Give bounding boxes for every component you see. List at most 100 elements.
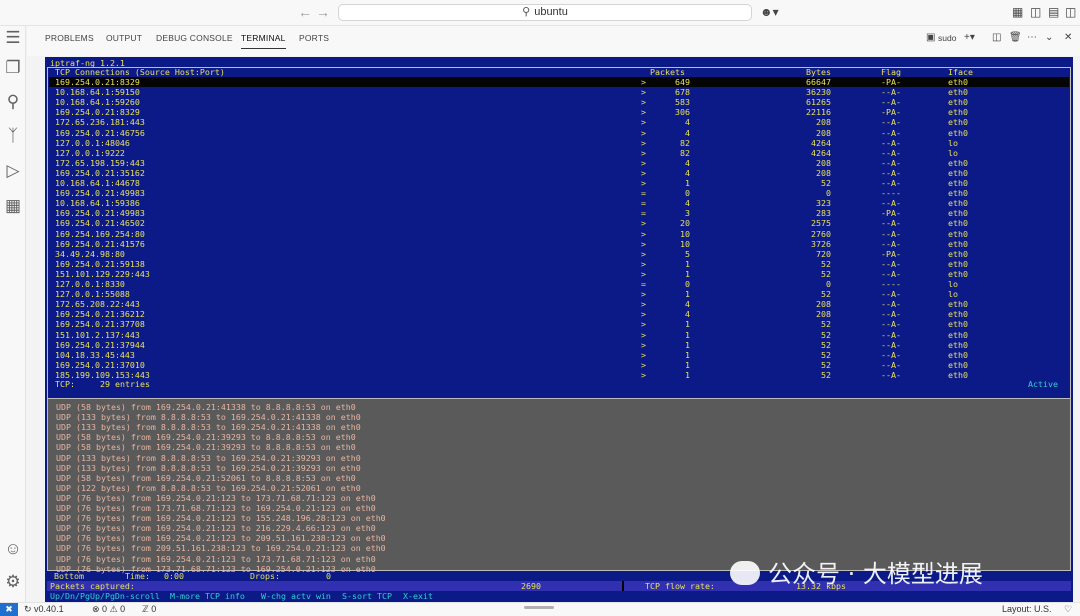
- more-actions-icon[interactable]: ⋯: [1027, 32, 1037, 43]
- conn-host: 34.49.24.98:80: [55, 248, 125, 259]
- table-row[interactable]: [49, 350, 1069, 360]
- conn-bytes: 52: [821, 268, 831, 279]
- udp-drops-value: 0: [326, 571, 331, 581]
- table-row[interactable]: [49, 299, 1069, 309]
- table-row[interactable]: [49, 97, 1069, 107]
- conn-host: 172.65.236.181:443: [55, 117, 145, 128]
- table-row[interactable]: [49, 168, 1069, 178]
- conn-host: 169.254.0.21:59138: [55, 258, 145, 269]
- table-row[interactable]: [49, 188, 1069, 198]
- conn-iface: eth0: [948, 329, 968, 340]
- toggle-panel-icon[interactable]: ▤: [1048, 5, 1059, 19]
- conn-host: 169.254.0.21:8329: [55, 77, 140, 87]
- table-row[interactable]: [49, 107, 1069, 117]
- remote-indicator-icon[interactable]: ✖: [0, 603, 18, 616]
- command-center-search[interactable]: ⚲ ubuntu: [338, 4, 752, 21]
- table-row[interactable]: [49, 128, 1069, 138]
- conn-iface: eth0: [948, 319, 968, 330]
- extensions-icon[interactable]: ▦: [3, 196, 23, 216]
- conn-bytes: 720: [816, 248, 831, 259]
- conn-direction: =: [641, 279, 646, 289]
- run-debug-icon[interactable]: ▷: [3, 161, 23, 181]
- udp-window[interactable]: UDP (58 bytes) from 169.254.0.21:41338 t…: [47, 398, 1071, 574]
- ports-indicator[interactable]: ℤ 0: [142, 604, 156, 615]
- table-row[interactable]: [49, 269, 1069, 279]
- copilot-icon[interactable]: ☻▾: [760, 5, 779, 19]
- header-flag: Flag: [881, 67, 901, 77]
- toggle-sidebar-icon[interactable]: ◫: [1030, 5, 1041, 19]
- table-row[interactable]: [49, 309, 1069, 319]
- table-row[interactable]: [49, 259, 1069, 269]
- tab-debug-console[interactable]: DEBUG CONSOLE: [156, 33, 233, 43]
- conn-direction: >: [641, 268, 646, 279]
- problems-indicator[interactable]: ⊗ 0 ⚠ 0: [92, 604, 125, 615]
- table-row[interactable]: [49, 239, 1069, 249]
- keyboard-layout[interactable]: Layout: U.S.: [1002, 604, 1052, 614]
- source-control-icon[interactable]: ᛉ: [3, 126, 23, 146]
- customize-layout-icon[interactable]: ▦: [1012, 5, 1023, 19]
- conn-iface: lo: [948, 147, 958, 158]
- menu-icon[interactable]: ☰: [3, 28, 23, 48]
- tab-terminal[interactable]: TERMINAL: [241, 33, 286, 49]
- tcp-label: TCP:: [55, 379, 75, 389]
- table-row[interactable]: [49, 218, 1069, 228]
- conn-host: 169.254.0.21:49983: [55, 188, 145, 199]
- table-row[interactable]: [49, 289, 1069, 299]
- table-row[interactable]: [49, 77, 1069, 87]
- bell-icon[interactable]: ♡: [1064, 604, 1072, 615]
- table-row[interactable]: [49, 208, 1069, 218]
- terminal-name[interactable]: sudo: [938, 33, 956, 43]
- table-row[interactable]: [49, 370, 1069, 380]
- chevron-down-icon[interactable]: ⌄: [1045, 32, 1053, 43]
- split-terminal-icon[interactable]: ◫: [992, 32, 1001, 43]
- tab-problems[interactable]: PROBLEMS: [45, 33, 94, 43]
- table-row[interactable]: [49, 229, 1069, 239]
- conn-iface: eth0: [948, 248, 968, 259]
- help-sort: S-sort TCP: [342, 591, 392, 601]
- extension-version[interactable]: ↻ v0.40.1: [24, 604, 64, 615]
- new-terminal-plus-icon[interactable]: +▾: [964, 32, 975, 43]
- table-row[interactable]: [49, 249, 1069, 259]
- tab-ports[interactable]: PORTS: [299, 33, 329, 43]
- table-row[interactable]: [49, 138, 1069, 148]
- conn-flag: -PA-: [881, 248, 901, 259]
- conn-iface: eth0: [948, 157, 968, 168]
- arrow-left-icon[interactable]: ←: [298, 4, 312, 20]
- table-row[interactable]: [49, 360, 1069, 370]
- conn-iface: eth0: [948, 369, 968, 380]
- close-icon[interactable]: ✕: [1064, 32, 1072, 43]
- help-bar: Up/Dn/PgUp/PgDn-scroll M-more TCP info W…: [47, 591, 1071, 602]
- toggle-secondary-sidebar-icon[interactable]: ◫: [1065, 5, 1076, 19]
- table-row[interactable]: [49, 330, 1069, 340]
- conn-iface: lo: [948, 137, 958, 148]
- conn-host: 10.168.64.1:59386: [55, 198, 140, 209]
- arrow-right-icon[interactable]: →: [316, 4, 330, 20]
- table-row[interactable]: [49, 178, 1069, 188]
- table-row[interactable]: [49, 148, 1069, 158]
- tab-output[interactable]: OUTPUT: [106, 33, 142, 43]
- conn-bytes: 0: [826, 188, 831, 199]
- terminal-area[interactable]: iptraf-ng 1.2.1 TCP Connections (Source …: [45, 57, 1073, 602]
- packets-captured-label: Packets captured:: [50, 581, 135, 591]
- settings-gear-icon[interactable]: ⚙: [3, 572, 23, 592]
- table-row[interactable]: [49, 158, 1069, 168]
- table-row[interactable]: [49, 198, 1069, 208]
- active-indicator: Active: [1028, 379, 1058, 389]
- conn-bytes: 208: [816, 157, 831, 168]
- table-row[interactable]: [49, 319, 1069, 329]
- account-icon[interactable]: ☺: [3, 539, 23, 559]
- conn-direction: >: [641, 319, 646, 330]
- explorer-icon[interactable]: ❐: [3, 58, 23, 78]
- activity-bar: ☰ ❐ ⚲ ᛉ ▷ ▦ ☺ ⚙: [0, 26, 26, 602]
- conn-direction: =: [641, 198, 646, 209]
- table-row[interactable]: [49, 117, 1069, 127]
- table-row[interactable]: [49, 279, 1069, 289]
- trash-icon[interactable]: 🗑: [1009, 32, 1022, 43]
- table-row[interactable]: [49, 340, 1069, 350]
- conn-flag: -PA-: [881, 107, 901, 118]
- search-icon[interactable]: ⚲: [3, 92, 23, 112]
- conn-bytes: 3726: [811, 238, 831, 249]
- conn-host: 169.254.0.21:46502: [55, 218, 145, 229]
- conn-host: 169.254.0.21:36212: [55, 309, 145, 320]
- table-row[interactable]: [49, 87, 1069, 97]
